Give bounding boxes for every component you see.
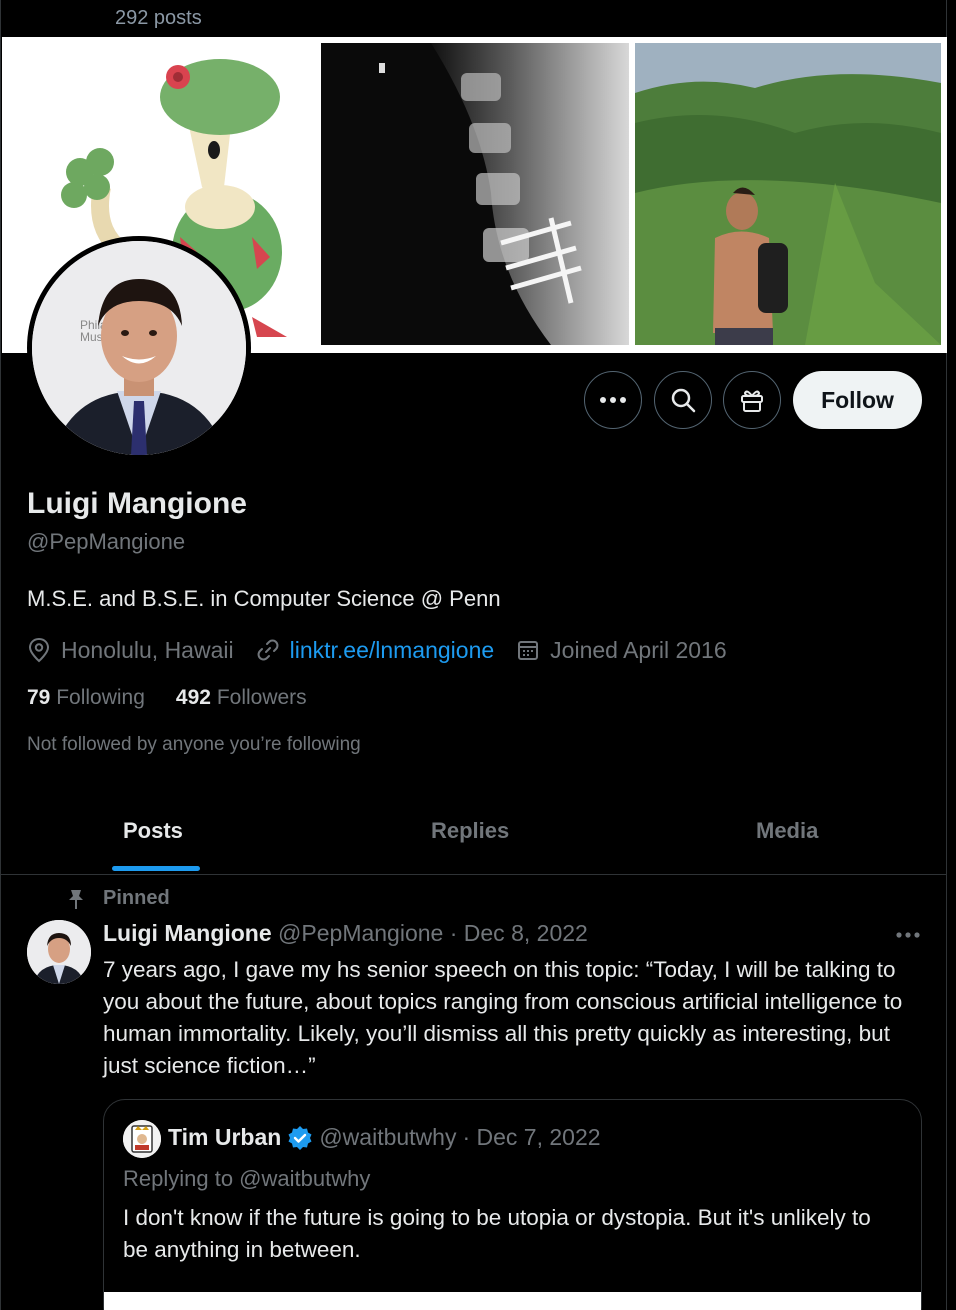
profile-joined: Joined April 2016 (516, 636, 727, 664)
location-pin-icon (28, 637, 50, 663)
profile-column: 292 posts Philad Muse Follow Luigi Mangi… (0, 0, 947, 1310)
profile-avatar[interactable]: Philad Muse (27, 236, 251, 460)
search-icon (671, 388, 696, 413)
tweet-header: Luigi Mangione @PepMangione · Dec 8, 202… (103, 920, 588, 947)
quoted-tweet[interactable]: Tim Urban @waitbutwhy · Dec 7, 2022 Repl… (103, 1099, 922, 1310)
banner-xray-image (321, 43, 629, 345)
quote-date: · Dec 7, 2022 (462, 1124, 601, 1150)
calendar-icon (518, 641, 539, 660)
joined-text: Joined April 2016 (550, 636, 727, 663)
replying-to: Replying to @waitbutwhy (123, 1166, 371, 1191)
tab-media[interactable]: Media (756, 818, 818, 844)
link-text[interactable]: linktr.ee/lnmangione (290, 637, 495, 664)
profile-handle: @PepMangione (27, 529, 186, 554)
tab-posts[interactable]: Posts (123, 818, 183, 844)
tab-replies[interactable]: Replies (431, 818, 509, 844)
follow-stats: 79 Following 492 Followers (27, 686, 338, 710)
profile-meta: Honolulu, Hawaii linktr.ee/lnmangione Jo… (27, 635, 749, 665)
quote-header: Tim Urban @waitbutwhy · Dec 7, 2022 (168, 1124, 601, 1151)
tweet-text: 7 years ago, I gave my hs senior speech … (103, 957, 903, 1078)
tweet-avatar[interactable] (27, 920, 91, 984)
following-count: 79 (27, 686, 51, 709)
profile-link[interactable]: linktr.ee/lnmangione (256, 637, 495, 664)
pin-icon (69, 889, 83, 909)
following-label: Following (56, 686, 145, 709)
location-text: Honolulu, Hawaii (61, 636, 234, 663)
quote-avatar (123, 1120, 161, 1158)
tweet-author-handle[interactable]: @PepMangione (278, 920, 443, 946)
not-followed-notice: Not followed by anyone you’re following (27, 734, 361, 755)
quote-author-handle: @waitbutwhy (319, 1124, 457, 1150)
gift-button[interactable] (723, 371, 781, 429)
banner-hike-image (635, 43, 941, 345)
verified-badge-icon (288, 1125, 312, 1150)
active-tab-indicator (112, 866, 200, 871)
top-bar: 292 posts (1, 0, 948, 37)
quote-text: I don't know if the future is going to b… (123, 1205, 871, 1262)
link-icon (257, 639, 279, 661)
pinned-label-row: Pinned (67, 887, 170, 910)
tweet-date[interactable]: · Dec 8, 2022 (450, 920, 588, 946)
pinned-label: Pinned (103, 887, 170, 909)
following-link[interactable]: 79 Following (27, 686, 145, 710)
ellipsis-icon (600, 397, 626, 403)
gift-icon (741, 390, 763, 412)
tweet-more-icon[interactable] (894, 924, 922, 946)
post-count: 292 posts (115, 7, 202, 29)
followers-link[interactable]: 492 Followers (176, 686, 307, 710)
quote-author-name: Tim Urban (168, 1124, 282, 1150)
more-options-button[interactable] (584, 371, 642, 429)
profile-tabs: Posts Replies Media (1, 790, 947, 875)
profile-bio: M.S.E. and B.S.E. in Computer Science @ … (27, 586, 501, 611)
profile-location: Honolulu, Hawaii (27, 637, 234, 664)
quote-media-preview (104, 1292, 921, 1310)
search-profile-button[interactable] (654, 371, 712, 429)
arrow-left-icon[interactable] (23, 0, 47, 6)
follow-button[interactable]: Follow (793, 371, 922, 429)
profile-display-name: Luigi Mangione (27, 487, 247, 520)
tweet-author-name[interactable]: Luigi Mangione (103, 920, 272, 946)
followers-label: Followers (216, 686, 307, 709)
followers-count: 492 (175, 686, 211, 709)
